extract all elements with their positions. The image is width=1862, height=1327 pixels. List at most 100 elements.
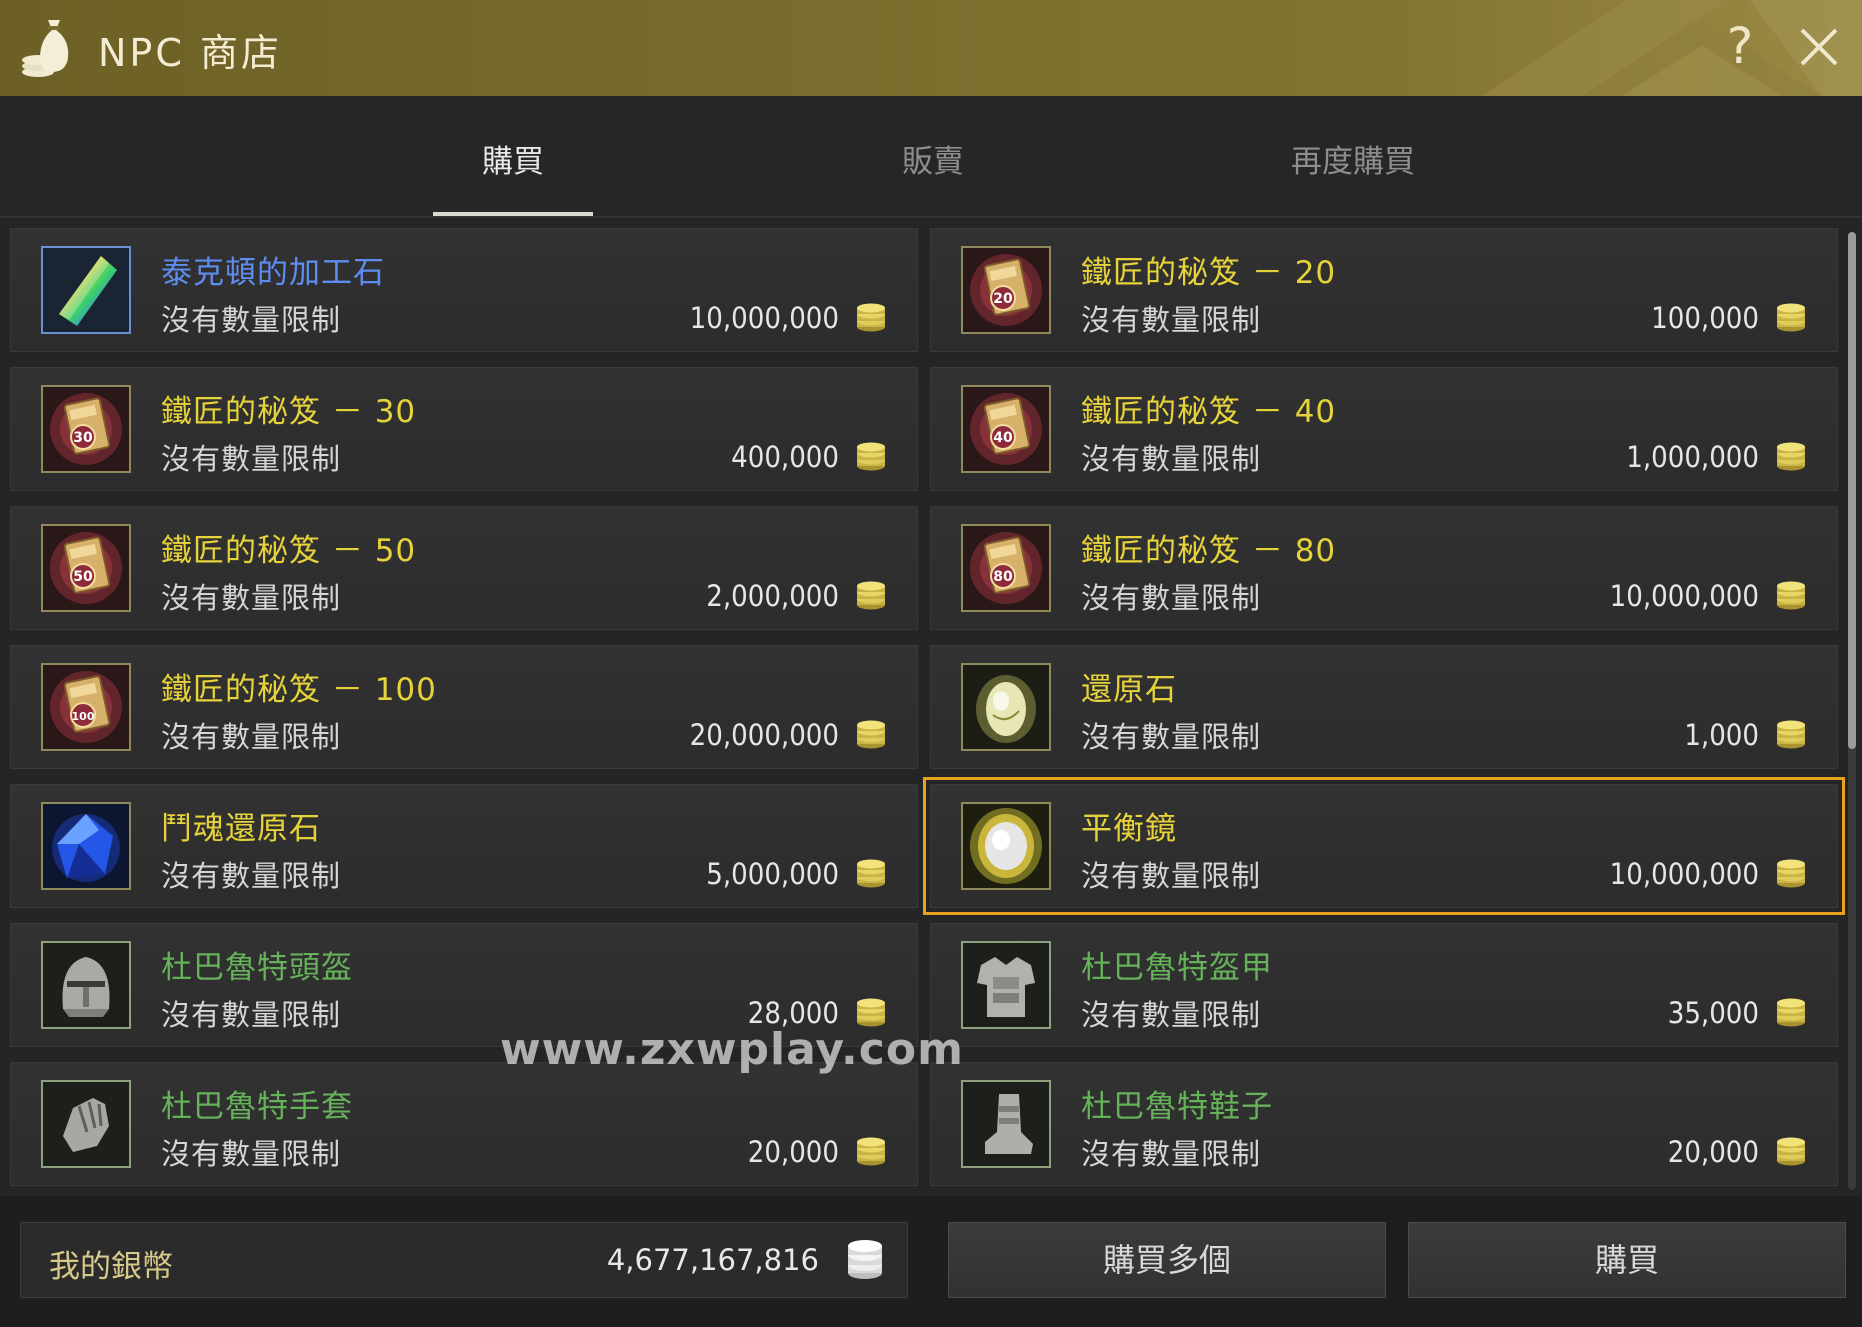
item-purchase-limit: 沒有數量限制 — [1081, 442, 1262, 476]
buy-button[interactable]: 購買 — [1408, 1222, 1846, 1298]
shop-item[interactable]: 鬥魂還原石沒有數量限制 5,000,000 — [10, 784, 918, 908]
wallet-label: 我的銀幣 — [49, 1249, 173, 1285]
item-price: 1,000,000 — [1626, 440, 1759, 474]
gold-coin-icon — [855, 302, 887, 332]
tab-buy[interactable]: 購買 — [403, 136, 623, 181]
blacksmith-book-50-icon: 50 — [41, 524, 131, 612]
shop-item[interactable]: 杜巴魯特鞋子 沒有數量限制 20,000 — [930, 1062, 1838, 1186]
shop-item[interactable]: 100 鐵匠的秘笈 － 100 沒有數量限制 20,000,000 — [10, 645, 918, 769]
fighting-spirit-stone-icon — [41, 802, 131, 890]
item-purchase-limit: 沒有數量限制 — [161, 1137, 342, 1171]
shop-item[interactable]: 30 鐵匠的秘笈 － 30 沒有數量限制 400,000 — [10, 367, 918, 491]
gold-coin-icon — [1775, 441, 1807, 471]
item-price: 20,000 — [1667, 1135, 1759, 1169]
item-purchase-limit: 沒有數量限制 — [1081, 720, 1262, 754]
tab-bar: 購買 販賣 再度購買 — [0, 96, 1862, 218]
gold-coin-icon — [1775, 719, 1807, 749]
item-price: 2,000,000 — [706, 579, 839, 613]
close-icon — [1800, 28, 1838, 66]
item-purchase-limit: 沒有數量限制 — [161, 998, 342, 1032]
gold-coin-icon — [855, 719, 887, 749]
item-name: 平衡鏡 — [1081, 811, 1177, 847]
item-purchase-limit: 沒有數量限制 — [1081, 1137, 1262, 1171]
npc-shop-window: NPC 商店 ? 購買 販賣 再度購買 泰克頓的加工石 沒有數量限制 10,000,… — [0, 0, 1862, 1327]
item-name: 杜巴魯特頭盔 — [161, 950, 353, 986]
shop-item[interactable]: 20 鐵匠的秘笈 － 20 沒有數量限制 100,000 — [930, 228, 1838, 352]
item-price: 10,000,000 — [689, 301, 839, 335]
shop-item[interactable]: 80 鐵匠的秘笈 － 80 沒有數量限制 10,000,000 — [930, 506, 1838, 630]
item-purchase-limit: 沒有數量限制 — [1081, 303, 1262, 337]
shop-item[interactable]: 杜巴魯特盔甲 沒有數量限制 35,000 — [930, 923, 1838, 1047]
item-name: 鐵匠的秘笈 － 80 — [1081, 533, 1337, 569]
item-price: 20,000,000 — [689, 718, 839, 752]
item-name: 鐵匠的秘笈 － 50 — [161, 533, 417, 569]
watermark-text: www.zxwplay.com — [500, 1024, 964, 1075]
item-price: 20,000 — [747, 1135, 839, 1169]
gold-coin-icon — [1775, 1136, 1807, 1166]
svg-text:20: 20 — [993, 291, 1013, 307]
help-button[interactable]: ? — [1718, 16, 1762, 76]
balance-mirror-icon — [961, 802, 1051, 890]
window-title: NPC 商店 — [98, 31, 282, 75]
buy-multiple-button[interactable]: 購買多個 — [948, 1222, 1386, 1298]
item-name: 還原石 — [1081, 672, 1177, 708]
item-price: 400,000 — [731, 440, 839, 474]
item-price: 10,000,000 — [1609, 857, 1759, 891]
gold-coin-icon — [855, 1136, 887, 1166]
gloves-icon — [41, 1080, 131, 1168]
shop-item[interactable]: 還原石沒有數量限制 1,000 — [930, 645, 1838, 769]
item-price: 100,000 — [1651, 301, 1759, 335]
item-price: 5,000,000 — [706, 857, 839, 891]
tab-rebuy[interactable]: 再度購買 — [1243, 136, 1463, 181]
item-purchase-limit: 沒有數量限制 — [1081, 998, 1262, 1032]
item-price: 10,000,000 — [1609, 579, 1759, 613]
gold-coin-icon — [1775, 580, 1807, 610]
shop-item[interactable]: 杜巴魯特手套 沒有數量限制 20,000 — [10, 1062, 918, 1186]
gold-coin-icon — [1775, 858, 1807, 888]
gold-coin-icon — [855, 580, 887, 610]
shop-item[interactable]: 平衡鏡沒有數量限制 10,000,000 — [923, 777, 1845, 915]
svg-text:100: 100 — [72, 710, 95, 723]
money-bag-icon — [18, 14, 74, 82]
close-button[interactable] — [1794, 22, 1844, 72]
item-price: 35,000 — [1667, 996, 1759, 1030]
title-bar[interactable]: NPC 商店 ? — [0, 0, 1862, 98]
shop-item[interactable]: 50 鐵匠的秘笈 － 50 沒有數量限制 2,000,000 — [10, 506, 918, 630]
item-name: 鐵匠的秘笈 － 20 — [1081, 255, 1337, 291]
gold-coin-icon — [1775, 302, 1807, 332]
shop-item[interactable]: 泰克頓的加工石 沒有數量限制 10,000,000 — [10, 228, 918, 352]
scrollbar-thumb[interactable] — [1848, 232, 1856, 749]
item-purchase-limit: 沒有數量限制 — [161, 720, 342, 754]
item-name: 鐵匠的秘笈 － 100 — [161, 672, 437, 708]
blacksmith-book-20-icon: 20 — [961, 246, 1051, 334]
item-price: 1,000 — [1684, 718, 1759, 752]
blacksmith-book-80-icon: 80 — [961, 524, 1051, 612]
item-purchase-limit: 沒有數量限制 — [161, 859, 342, 893]
item-purchase-limit: 沒有數量限制 — [1081, 859, 1262, 893]
item-purchase-limit: 沒有數量限制 — [161, 442, 342, 476]
wallet-value: 4,677,167,816 — [606, 1243, 819, 1277]
svg-text:40: 40 — [993, 430, 1013, 446]
item-name: 鐵匠的秘笈 － 30 — [161, 394, 417, 430]
rainbow-crystal-icon — [41, 246, 131, 334]
svg-text:30: 30 — [73, 430, 93, 446]
tab-sell[interactable]: 販賣 — [823, 136, 1043, 181]
item-name: 泰克頓的加工石 — [161, 255, 385, 291]
item-name: 鬥魂還原石 — [161, 811, 321, 847]
item-purchase-limit: 沒有數量限制 — [161, 581, 342, 615]
item-purchase-limit: 沒有數量限制 — [161, 303, 342, 337]
gold-coin-icon — [855, 441, 887, 471]
gold-coin-icon — [855, 858, 887, 888]
item-name: 杜巴魯特盔甲 — [1081, 950, 1273, 986]
shop-item[interactable]: 40 鐵匠的秘笈 － 40 沒有數量限制 1,000,000 — [930, 367, 1838, 491]
restoration-stone-icon — [961, 663, 1051, 751]
silver-coin-stack-icon — [845, 1237, 885, 1281]
svg-text:50: 50 — [73, 569, 93, 585]
item-name: 杜巴魯特手套 — [161, 1089, 353, 1125]
armor-icon — [961, 941, 1051, 1029]
gold-coin-icon — [1775, 997, 1807, 1027]
blacksmith-book-30-icon: 30 — [41, 385, 131, 473]
blacksmith-book-40-icon: 40 — [961, 385, 1051, 473]
helmet-icon — [41, 941, 131, 1029]
item-purchase-limit: 沒有數量限制 — [1081, 581, 1262, 615]
